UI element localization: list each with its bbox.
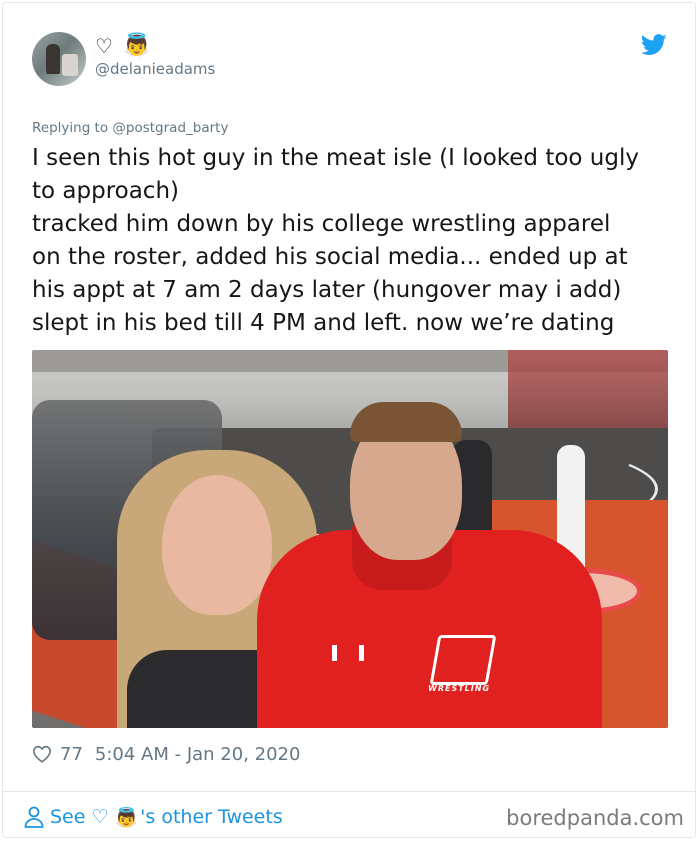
avatar[interactable]: [32, 32, 86, 86]
user-icon: [24, 806, 44, 828]
heart-outline-icon[interactable]: [32, 745, 52, 763]
watermark: boredpanda.com: [506, 806, 684, 830]
tweet-text-line: on the roster, added his social media...…: [32, 244, 628, 270]
tweet-timestamp[interactable]: 5:04 AM - Jan 20, 2020: [95, 744, 301, 765]
tweet-text-line: his appt at 7 am 2 days later (hungover …: [32, 277, 622, 303]
display-name[interactable]: ♡ 👼: [95, 33, 150, 59]
user-handle[interactable]: @delanieadams: [95, 60, 215, 78]
tweet-photo[interactable]: WRESTLING: [32, 350, 668, 728]
see-angel-emoji: 👼: [114, 806, 139, 829]
other-tweets-label: 's other Tweets: [140, 806, 283, 828]
photo-jacket-logo: [429, 635, 497, 685]
footer-divider: [3, 791, 695, 792]
twitter-bird-icon[interactable]: [641, 34, 667, 56]
tweet-meta: 77 5:04 AM - Jan 20, 2020: [32, 740, 300, 768]
see-label: See: [50, 806, 86, 828]
photo-brand-logo: [332, 645, 364, 661]
like-count[interactable]: 77: [60, 744, 83, 765]
avatar-figure-secondary: [62, 54, 78, 76]
avatar-figure: [46, 44, 60, 74]
tweet-text-line: to approach): [32, 178, 180, 204]
see-heart: ♡: [91, 806, 109, 828]
photo-woman-face: [162, 475, 272, 615]
tweet-text-line: tracked him down by his college wrestlin…: [32, 211, 611, 237]
tweet-text: I seen this hot guy in the meat isle (I …: [32, 142, 672, 340]
photo-jacket-text: WRESTLING: [428, 684, 491, 693]
see-other-tweets-link[interactable]: See ♡ 👼 's other Tweets: [24, 802, 283, 832]
tweet-text-line: I seen this hot guy in the meat isle (I …: [32, 145, 639, 171]
display-name-heart: ♡: [95, 34, 113, 58]
photo-man-hair: [350, 402, 462, 442]
replying-to[interactable]: Replying to @postgrad_barty: [32, 120, 228, 136]
tweet-text-line: slept in his bed till 4 PM and left. now…: [32, 310, 615, 336]
photo-stands: [508, 350, 668, 430]
display-name-angel-emoji: 👼: [122, 33, 151, 58]
